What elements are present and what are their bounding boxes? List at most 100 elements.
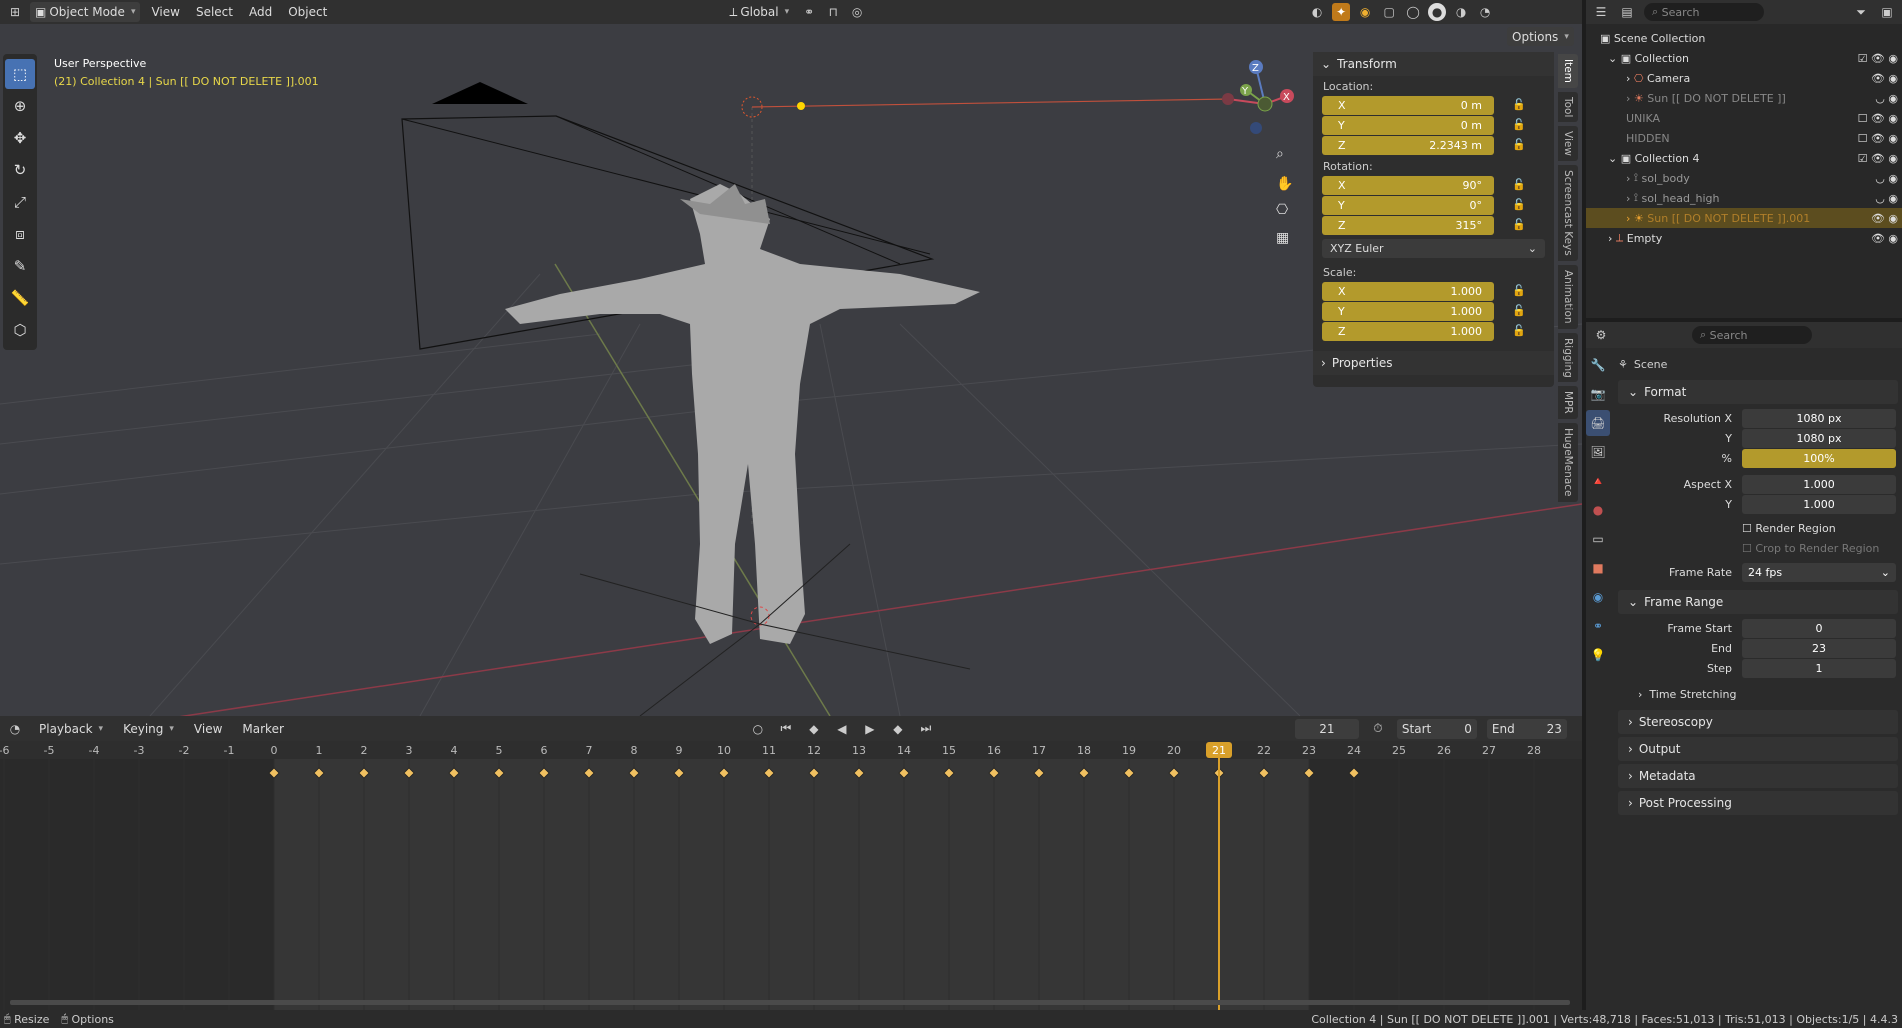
tree-row-hidden[interactable]: HIDDEN ☐ 👁 ◉ <box>1586 128 1902 148</box>
rotation-x-field[interactable]: X 90° 🔓 <box>1322 176 1526 195</box>
transform-panel-header[interactable]: ⌄ Transform <box>1313 52 1554 76</box>
outliner-search-input[interactable]: ⌕ Search <box>1644 3 1764 21</box>
solid-shading-icon[interactable]: ● <box>1428 3 1447 21</box>
camera-view-icon[interactable]: ⎔ <box>1276 202 1288 218</box>
menu-add[interactable]: Add <box>244 2 277 22</box>
material-shading-icon[interactable]: ◑ <box>1452 3 1470 21</box>
prev-keyframe-icon[interactable]: ◆ <box>805 720 823 738</box>
metadata-panel-header[interactable]: › Metadata <box>1618 764 1898 788</box>
expand-icon[interactable]: › <box>1608 232 1616 245</box>
frame-start-field[interactable]: 0 <box>1742 618 1896 638</box>
object-tab-icon[interactable]: ■ <box>1586 555 1610 581</box>
visibility-icon[interactable]: ◐ <box>1308 3 1326 21</box>
playback-menu[interactable]: Playback <box>34 719 108 739</box>
expand-icon[interactable]: › <box>1626 172 1634 185</box>
tree-row-sol-body[interactable]: › ⟟ sol_body ◡ ◉ <box>1586 168 1902 188</box>
scale-tool[interactable]: ⤢ <box>5 187 35 217</box>
end-field[interactable]: End 23 <box>1486 718 1567 739</box>
frame-rate-dropdown[interactable]: 24 fps ⌄ <box>1742 562 1896 582</box>
auto-key-icon[interactable]: ○ <box>749 720 767 738</box>
expand-icon[interactable]: ⌄ <box>1608 52 1621 65</box>
editor-type-icon[interactable]: ☰ <box>1592 3 1610 21</box>
measure-tool[interactable]: 📏 <box>5 283 35 313</box>
lock-icon[interactable]: 🔓 <box>1512 98 1526 111</box>
select-box-tool[interactable]: ⬚ <box>5 59 35 89</box>
marker-menu[interactable]: Marker <box>237 719 288 739</box>
rotation-y-field[interactable]: Y 0° 🔓 <box>1322 196 1526 215</box>
rotation-mode-dropdown[interactable]: XYZ Euler ⌄ <box>1322 239 1545 258</box>
resolution-percent-field[interactable]: 100% <box>1742 448 1896 468</box>
tab-mpr[interactable]: MPR <box>1558 386 1578 419</box>
physics-tab-icon[interactable]: ◉ <box>1586 584 1610 610</box>
output-panel-header[interactable]: › Output <box>1618 737 1898 761</box>
keyframe-diamond[interactable] <box>583 767 595 779</box>
tab-rigging[interactable]: Rigging <box>1558 332 1578 383</box>
keyframe-diamond[interactable] <box>403 767 415 779</box>
new-collection-icon[interactable]: ▣ <box>1878 3 1896 21</box>
checkbox-icon[interactable]: ☐ <box>1742 542 1755 555</box>
tool-tab-icon[interactable]: 🔧 <box>1586 352 1610 378</box>
lock-icon[interactable]: 🔓 <box>1512 138 1526 151</box>
options-dropdown[interactable]: Options <box>1507 27 1574 46</box>
transform-tool[interactable]: ⧈ <box>5 219 35 249</box>
constraints-tab-icon[interactable]: ⚭ <box>1586 613 1610 639</box>
tab-view[interactable]: View <box>1558 126 1578 162</box>
keyframe-diamond[interactable] <box>943 767 955 779</box>
keyframe-diamond[interactable] <box>358 767 370 779</box>
time-stretching-subpanel[interactable]: › Time Stretching <box>1618 684 1898 704</box>
row-toggles[interactable]: ☑ 👁 ◉ <box>1858 152 1898 165</box>
format-panel-header[interactable]: ⌄ Format <box>1618 380 1898 404</box>
row-toggles[interactable]: ☑ 👁 ◉ <box>1858 52 1898 65</box>
world-tab-icon[interactable]: ● <box>1586 497 1610 523</box>
expand-icon[interactable]: ⌄ <box>1608 152 1621 165</box>
transform-orientation-dropdown[interactable]: ⟂ Global <box>724 2 794 22</box>
scene-tab-icon[interactable]: 🔺 <box>1586 468 1610 494</box>
tree-row-sol-head-high[interactable]: › ⟟ sol_head_high ◡ ◉ <box>1586 188 1902 208</box>
crop-region-row[interactable]: ☐ Crop to Render Region <box>1618 538 1898 558</box>
expand-icon[interactable]: › <box>1626 212 1634 225</box>
collection-tab-icon[interactable]: ▭ <box>1586 526 1610 552</box>
frame-end-field[interactable]: 23 <box>1742 638 1896 658</box>
current-frame-field[interactable]: 21 <box>1294 718 1359 739</box>
tab-item[interactable]: Item <box>1558 54 1578 88</box>
scale-y-field[interactable]: Y 1.000 🔓 <box>1322 302 1526 321</box>
menu-view[interactable]: View <box>146 2 184 22</box>
row-toggles[interactable]: ◡ ◉ <box>1875 192 1898 205</box>
xray-icon[interactable]: ▢ <box>1380 3 1398 21</box>
tab-animation[interactable]: Animation <box>1558 264 1578 329</box>
lock-icon[interactable]: 🔓 <box>1512 178 1526 191</box>
ortho-grid-icon[interactable]: ▦ <box>1276 230 1289 246</box>
aspect-y-field[interactable]: 1.000 <box>1742 494 1896 514</box>
frame-step-field[interactable]: 1 <box>1742 658 1896 678</box>
post-processing-panel-header[interactable]: › Post Processing <box>1618 791 1898 815</box>
snap-icon[interactable]: ⊓ <box>824 3 842 21</box>
keyframe-diamond[interactable] <box>718 767 730 779</box>
row-toggles[interactable]: ☐ 👁 ◉ <box>1858 112 1898 125</box>
overlay-icon[interactable]: ◉ <box>1356 3 1374 21</box>
properties-search-input[interactable]: ⌕ Search <box>1692 326 1812 344</box>
keyframe-diamond[interactable] <box>538 767 550 779</box>
keyframe-diamond[interactable] <box>313 767 325 779</box>
3d-viewport[interactable]: Z X Y ⌕ ✋ ⎔ ▦ ⬚ ⊕ ✥ ↻ ⤢ ⧈ ✎ 📏 ⬡ User Per… <box>0 24 1582 716</box>
keyframe-diamond[interactable] <box>763 767 775 779</box>
menu-select[interactable]: Select <box>191 2 238 22</box>
location-y-field[interactable]: Y 0 m 🔓 <box>1322 116 1526 135</box>
keyframe-diamond[interactable] <box>1123 767 1135 779</box>
tree-row-empty[interactable]: › ⟂ Empty 👁 ◉ <box>1586 228 1902 248</box>
tree-row-camera[interactable]: › ⎔ Camera 👁 ◉ <box>1586 68 1902 88</box>
timeline-body[interactable]: -6-5-4-3-2-10123456789101112131415161718… <box>0 741 1582 1010</box>
output-tab-icon[interactable]: 🖨 <box>1586 410 1610 436</box>
timeline-scrollbar[interactable] <box>10 1000 1570 1005</box>
scale-z-field[interactable]: Z 1.000 🔓 <box>1322 322 1526 341</box>
location-z-field[interactable]: Z 2.2343 m 🔓 <box>1322 136 1526 155</box>
gizmo-icon[interactable]: ✦ <box>1332 3 1351 21</box>
keyframe-diamond[interactable] <box>1078 767 1090 779</box>
lock-icon[interactable]: 🔓 <box>1512 284 1526 297</box>
tree-row-scene-collection[interactable]: ▣ Scene Collection <box>1586 28 1902 48</box>
play-reverse-icon[interactable]: ◀ <box>833 720 851 738</box>
pan-icon[interactable]: ✋ <box>1276 175 1293 192</box>
add-cube-tool[interactable]: ⬡ <box>5 315 35 345</box>
row-toggles[interactable]: 👁 ◉ <box>1871 232 1898 245</box>
start-field[interactable]: Start 0 <box>1396 718 1477 739</box>
rotate-tool[interactable]: ↻ <box>5 155 35 185</box>
